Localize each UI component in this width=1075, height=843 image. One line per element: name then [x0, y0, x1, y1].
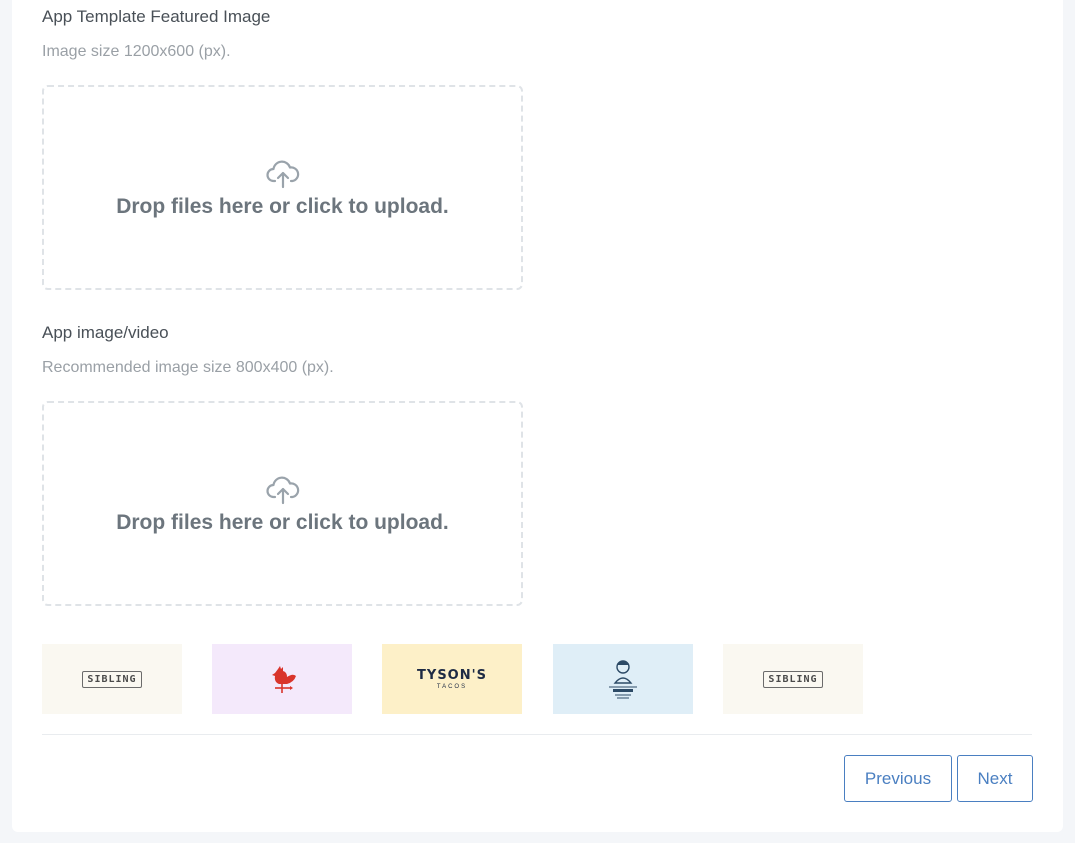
tysons-tacos-logo: TYSON'S TACOS: [417, 668, 487, 690]
previous-button[interactable]: Previous: [844, 755, 952, 802]
cloud-upload-icon: [265, 476, 299, 504]
form-card: App Template Featured Image Image size 1…: [12, 0, 1063, 832]
thumbnail-sibling-1[interactable]: SIBLING: [42, 644, 182, 714]
featured-image-label: App Template Featured Image: [42, 7, 271, 26]
app-media-dropzone[interactable]: Drop files here or click to upload.: [42, 401, 523, 606]
cloud-upload-icon: [265, 160, 299, 188]
featured-image-hint: Image size 1200x600 (px).: [42, 43, 231, 60]
thumbnail-rooster[interactable]: [212, 644, 352, 714]
app-media-label: App image/video: [42, 323, 169, 342]
thumbnail-sibling-2[interactable]: SIBLING: [723, 644, 863, 714]
next-button[interactable]: Next: [957, 755, 1033, 802]
thumbnail-tysons-tacos[interactable]: TYSON'S TACOS: [382, 644, 522, 714]
app-media-hint: Recommended image size 800x400 (px).: [42, 359, 334, 376]
dropzone-text: Drop files here or click to upload.: [116, 510, 449, 534]
sibling-logo: SIBLING: [82, 670, 142, 688]
dropzone-text: Drop files here or click to upload.: [116, 194, 449, 218]
divider: [42, 734, 1032, 735]
thumbnail-chef-emblem[interactable]: [553, 644, 693, 714]
chef-emblem-icon: [609, 660, 637, 699]
featured-image-dropzone[interactable]: Drop files here or click to upload.: [42, 85, 523, 290]
rooster-weathervane-icon: [272, 666, 296, 693]
sibling-logo: SIBLING: [763, 670, 823, 688]
